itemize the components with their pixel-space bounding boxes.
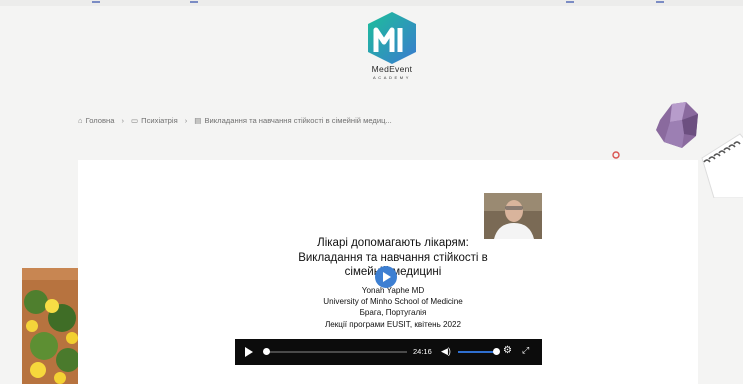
- home-icon: ⌂: [78, 116, 83, 125]
- video-title-line: Викладання та навчання стійкості в: [298, 251, 488, 264]
- video-author: Yonah Yaphe MD: [361, 286, 425, 295]
- logo-text: MedEvent: [371, 64, 413, 74]
- video-title-line: Лікарі допомагають лікарям:: [317, 237, 469, 249]
- fullscreen-icon[interactable]: ⤢: [522, 345, 529, 356]
- browser-page: MedEvent ACADEMY ⌂ Головна › ▭ Психіатрі…: [0, 0, 743, 384]
- nav-link-marker[interactable]: [566, 1, 574, 3]
- video-location: Брага, Португалія: [359, 308, 427, 318]
- presenter-thumbnail: [484, 193, 542, 239]
- presenter-photo: [484, 193, 542, 239]
- flowers-decoration: [22, 268, 82, 384]
- breadcrumb-home[interactable]: Головна: [86, 116, 115, 125]
- chevron-right-icon: ›: [121, 116, 124, 125]
- progress-bar[interactable]: [265, 351, 407, 353]
- nav-link-marker[interactable]: [92, 1, 100, 3]
- nav-link-marker[interactable]: [190, 1, 198, 3]
- video-controls: 24:16 ◀) ⚙ ⤢: [235, 339, 542, 365]
- nav-link-marker[interactable]: [656, 1, 664, 3]
- video-info: Yonah Yaphe MD University of Minho Schoo…: [278, 285, 508, 330]
- play-overlay-button[interactable]: [375, 266, 397, 288]
- chevron-right-icon: ›: [184, 116, 188, 125]
- breadcrumb-current: Викладання та навчання стійкості в сімей…: [204, 116, 392, 125]
- pin-decoration: [612, 151, 620, 159]
- progress-handle[interactable]: [263, 348, 270, 355]
- breadcrumb-category[interactable]: Психіатрія: [141, 116, 178, 125]
- document-icon: ▤: [194, 116, 202, 125]
- video-affiliation: University of Minho School of Medicine: [323, 297, 463, 307]
- volume-handle[interactable]: [493, 348, 500, 355]
- breadcrumb: ⌂ Головна › ▭ Психіатрія › ▤ Викладання …: [78, 116, 392, 125]
- top-nav-strip: [0, 0, 743, 6]
- logo-subtitle: ACADEMY: [373, 75, 411, 80]
- folder-icon: ▭: [130, 116, 139, 125]
- gear-icon[interactable]: ⚙: [503, 345, 512, 356]
- volume-icon[interactable]: ◀): [441, 346, 451, 357]
- play-icon[interactable]: [245, 347, 253, 357]
- volume-slider[interactable]: [458, 351, 496, 353]
- video-program: Лекції програми EUSIT, квітень 2022: [324, 319, 462, 329]
- video-duration: 24:16: [413, 347, 432, 356]
- notebook-decoration: [701, 133, 743, 198]
